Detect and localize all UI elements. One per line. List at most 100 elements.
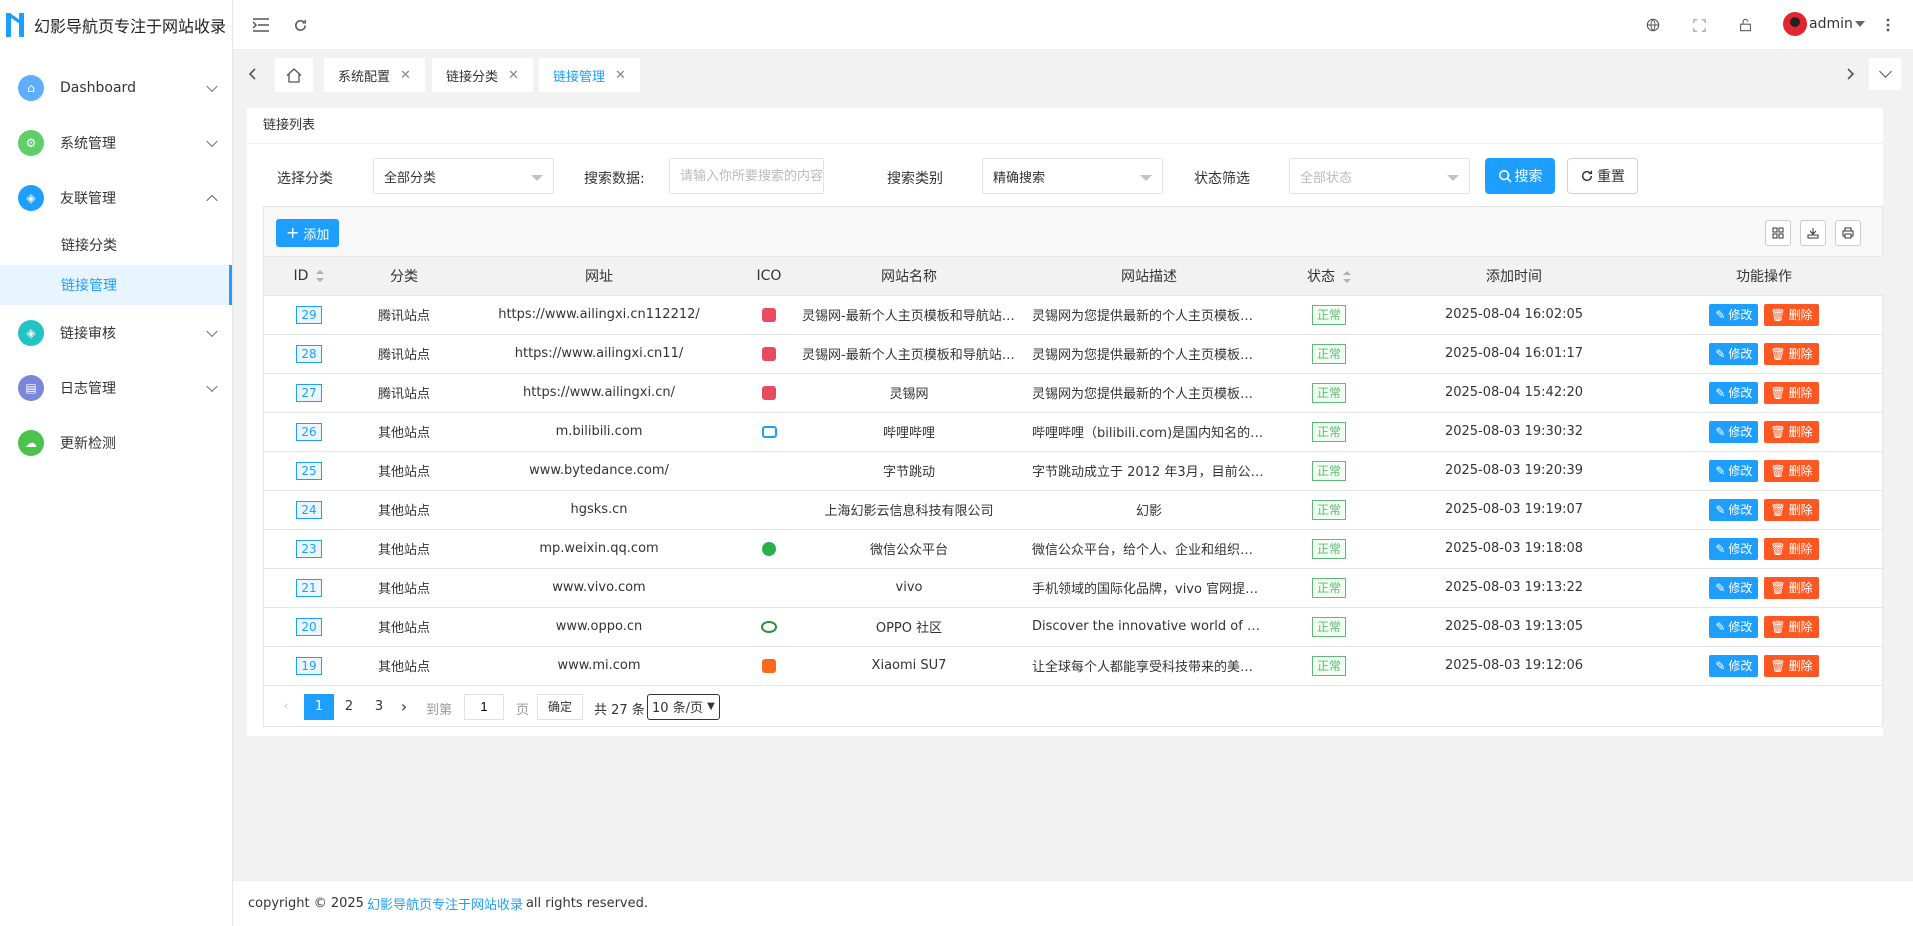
edit-button[interactable]: ✎ 修改 — [1709, 342, 1759, 365]
edit-button[interactable]: ✎ 修改 — [1709, 498, 1759, 521]
tabs-dropdown-button[interactable] — [1869, 58, 1901, 90]
site-favicon-icon — [762, 385, 776, 400]
sidebar-item-3[interactable]: ◈ 链接审核 — [0, 305, 232, 360]
page-button-1[interactable]: 1 — [304, 693, 334, 720]
edit-button[interactable]: ✎ 修改 — [1709, 654, 1759, 677]
fullscreen-icon[interactable] — [1689, 15, 1709, 35]
page-button-3[interactable]: 3 — [364, 694, 394, 720]
sort-icon[interactable] — [316, 269, 325, 282]
sort-icon[interactable] — [1343, 270, 1351, 283]
tab-1[interactable]: 链接分类 ✕ — [432, 58, 533, 92]
more-vertical-icon[interactable] — [1878, 15, 1898, 35]
reset-button-label: 重置 — [1597, 169, 1625, 185]
tabs-next-icon[interactable] — [1840, 63, 1862, 85]
delete-button[interactable]: 🗑 删除 — [1764, 303, 1819, 326]
sidebar-item-0[interactable]: ⌂ Dashboard — [0, 60, 232, 115]
print-button[interactable] — [1835, 220, 1861, 246]
sidebar-item-1[interactable]: ⚙ 系统管理 — [0, 115, 232, 170]
cell-ico — [744, 529, 794, 569]
delete-button[interactable]: 🗑 删除 — [1764, 420, 1819, 443]
sidebar-item-4[interactable]: ▤ 日志管理 — [0, 360, 232, 415]
edit-button[interactable]: ✎ 修改 — [1709, 303, 1759, 326]
trash-icon: 🗑 — [1770, 658, 1786, 673]
goto-page-input[interactable] — [464, 693, 504, 720]
pencil-icon: ✎ — [1715, 541, 1726, 556]
search-type-label: 搜索类别 — [887, 171, 943, 187]
delete-button[interactable]: 🗑 删除 — [1764, 615, 1819, 638]
cell-actions: ✎ 修改 🗑 删除 — [1644, 529, 1884, 569]
page-button-2[interactable]: 2 — [334, 694, 364, 720]
sidebar-item-5[interactable]: ☁ 更新检测 — [0, 415, 232, 470]
sidebar-subitem-1[interactable]: 链接管理 — [0, 265, 232, 305]
status-badge: 正常 — [1311, 304, 1346, 325]
tab-2[interactable]: 链接管理 ✕ — [539, 58, 640, 92]
delete-button[interactable]: 🗑 删除 — [1764, 342, 1819, 365]
edit-button-label: 修改 — [1728, 542, 1753, 556]
per-page-select[interactable]: 10 条/页 ▼ — [647, 693, 720, 720]
search-type-select[interactable]: 精确搜索 — [982, 158, 1163, 194]
status-badge: 正常 — [1311, 460, 1346, 481]
footer-rights: all rights reserved. — [525, 896, 648, 911]
tab-home[interactable] — [275, 58, 313, 92]
close-icon[interactable]: ✕ — [400, 68, 411, 83]
status-badge: 正常 — [1311, 538, 1346, 559]
user-menu[interactable]: admin — [1783, 12, 1865, 36]
column-header-6[interactable]: 状态 — [1274, 257, 1384, 296]
close-icon[interactable]: ✕ — [615, 68, 626, 83]
edit-button[interactable]: ✎ 修改 — [1709, 576, 1759, 599]
search-label: 搜索数据: — [584, 171, 645, 187]
pagination: ‹123›到第页确定共 27 条10 条/页▼ — [264, 686, 1882, 726]
export-button[interactable] — [1800, 220, 1826, 246]
cell-ico — [744, 490, 794, 530]
logo[interactable]: 幻影导航页专注于网站收录 — [0, 0, 232, 50]
cell-status: 正常 — [1274, 451, 1384, 491]
cell-status: 正常 — [1274, 529, 1384, 569]
search-input[interactable] — [669, 158, 824, 194]
edit-button[interactable]: ✎ 修改 — [1709, 420, 1759, 443]
category-select[interactable]: 全部分类 — [373, 158, 554, 194]
tab-0[interactable]: 系统配置 ✕ — [324, 58, 425, 92]
refresh-icon[interactable] — [290, 15, 310, 35]
delete-button[interactable]: 🗑 删除 — [1764, 459, 1819, 482]
column-header-label: ID — [293, 267, 309, 284]
cell-name: 哔哩哔哩 — [794, 412, 1024, 452]
search-button[interactable]: 搜索 — [1485, 158, 1555, 194]
column-header-0[interactable]: ID — [264, 257, 354, 296]
cell-description: Discover the innovative world of Apple a… — [1024, 607, 1274, 647]
menu-toggle-icon[interactable] — [251, 15, 271, 35]
prev-page-icon[interactable]: ‹ — [276, 694, 296, 720]
edit-button-label: 修改 — [1728, 308, 1753, 322]
pencil-icon: ✎ — [1715, 502, 1726, 517]
cell-actions: ✎ 修改 🗑 删除 — [1644, 490, 1884, 530]
table-row: 21 其他站点 www.vivo.com vivo 手机领域的国际化品牌，vivo 官网… — [264, 568, 1884, 608]
cell-actions: ✎ 修改 🗑 删除 — [1644, 412, 1884, 452]
edit-button[interactable]: ✎ 修改 — [1709, 381, 1759, 404]
table-row: 19 其他站点 www.mi.com Xiaomi SU7 让全球每个人都能享受科技带来… — [264, 646, 1884, 686]
delete-button[interactable]: 🗑 删除 — [1764, 576, 1819, 599]
status-select[interactable]: 全部状态 — [1289, 158, 1470, 194]
next-page-icon[interactable]: › — [394, 694, 414, 720]
sidebar-item-2[interactable]: ◈ 友联管理 — [0, 170, 232, 225]
column-header-4: 网站名称 — [794, 257, 1024, 296]
close-icon[interactable]: ✕ — [508, 68, 519, 83]
add-button[interactable]: + 添加 — [276, 219, 340, 247]
delete-button[interactable]: 🗑 删除 — [1764, 537, 1819, 560]
footer-link[interactable]: 幻影导航页专注于网站收录 — [367, 894, 523, 913]
status-badge: 正常 — [1311, 343, 1346, 364]
delete-button[interactable]: 🗑 删除 — [1764, 381, 1819, 404]
globe-icon[interactable] — [1643, 15, 1663, 35]
reset-button[interactable]: 重置 — [1567, 158, 1638, 194]
edit-button[interactable]: ✎ 修改 — [1709, 537, 1759, 560]
cloud-icon: ☁ — [18, 429, 44, 456]
lock-icon[interactable] — [1735, 15, 1755, 35]
delete-button[interactable]: 🗑 删除 — [1764, 498, 1819, 521]
print-icon — [1842, 227, 1854, 239]
goto-confirm-button[interactable]: 确定 — [537, 693, 584, 720]
tabs-prev-icon[interactable] — [241, 63, 263, 85]
delete-button[interactable]: 🗑 删除 — [1764, 654, 1819, 677]
edit-button[interactable]: ✎ 修改 — [1709, 459, 1759, 482]
cell-description: 灵锡网为您提供最新的个人主页模板和导航站源码 — [1024, 334, 1274, 374]
columns-filter-button[interactable] — [1765, 220, 1791, 246]
sidebar-subitem-0[interactable]: 链接分类 — [0, 225, 232, 265]
edit-button[interactable]: ✎ 修改 — [1709, 615, 1759, 638]
